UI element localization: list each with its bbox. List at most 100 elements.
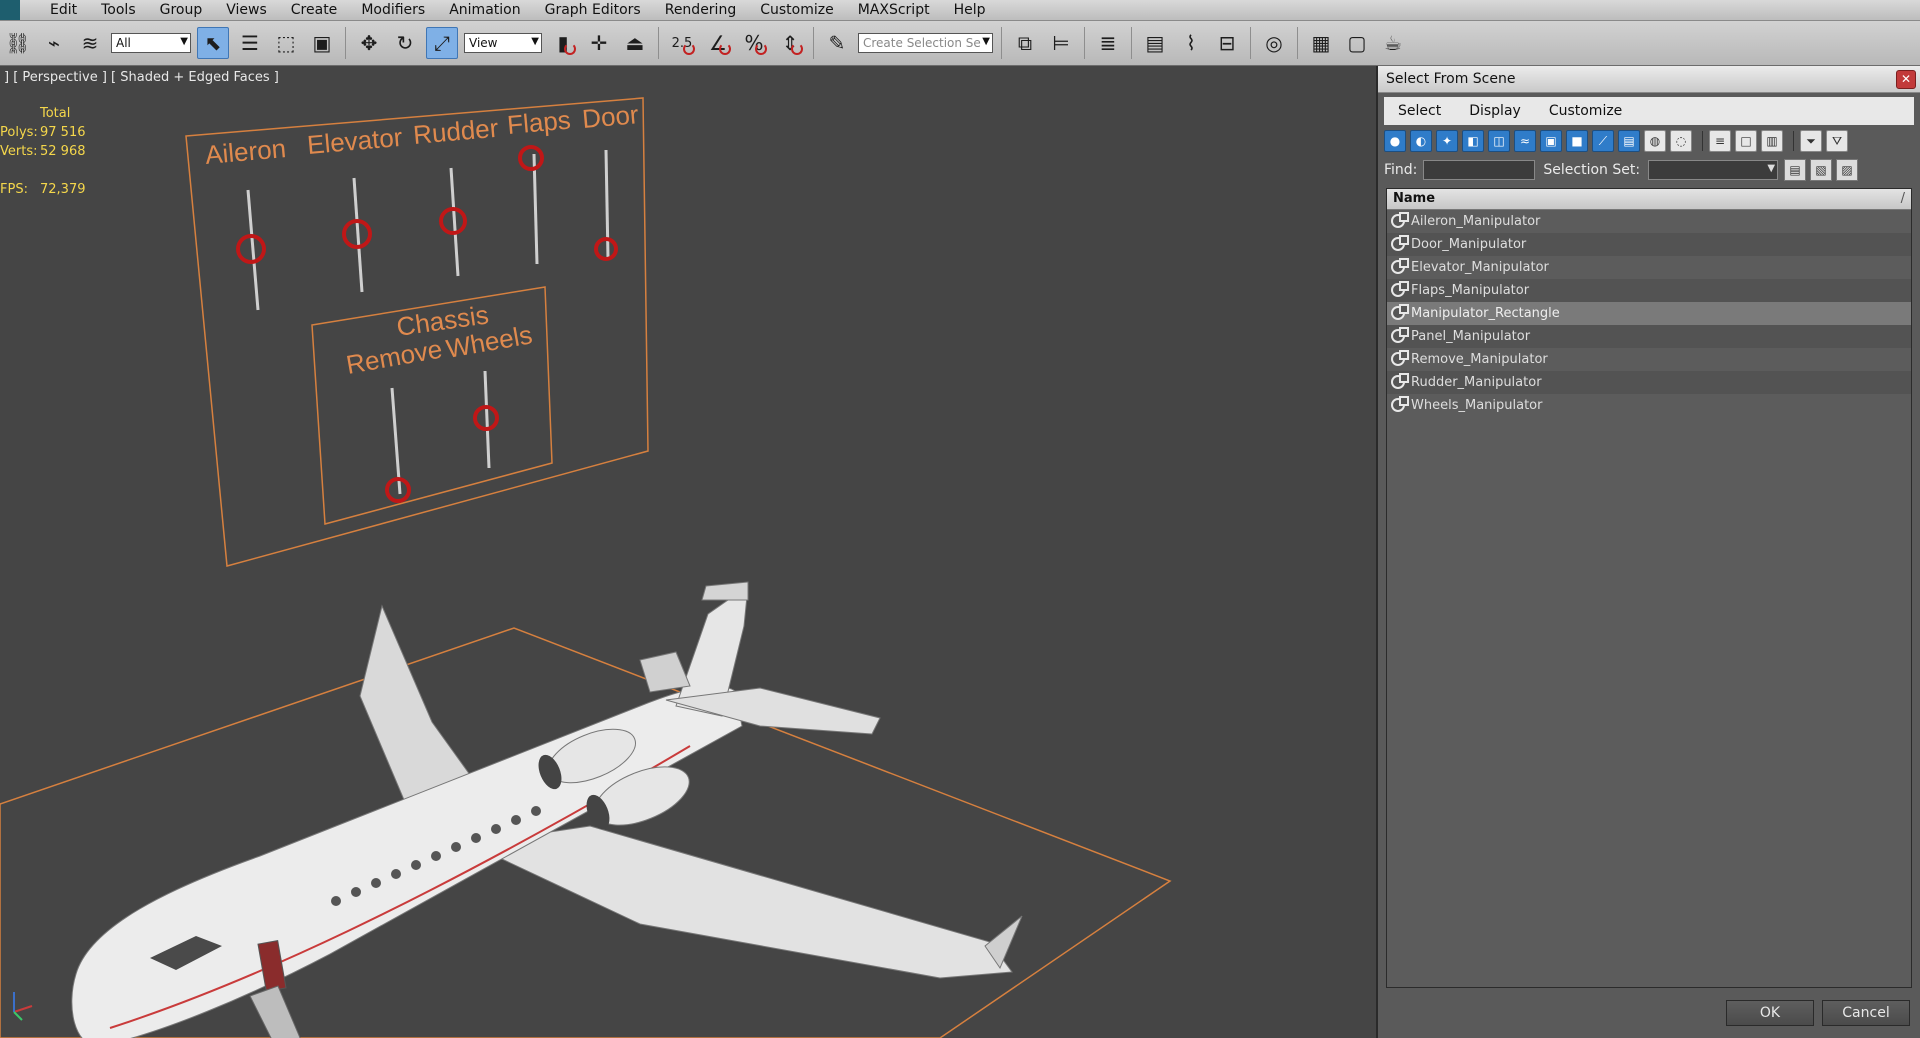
find-input[interactable] — [1423, 160, 1536, 180]
spinner-snap-icon[interactable]: ⇕ — [775, 28, 805, 58]
edit-named-selection-icon[interactable]: ✎ — [822, 28, 852, 58]
menu-rendering[interactable]: Rendering — [653, 0, 749, 20]
list-item-remove-manipulator[interactable]: Remove_Manipulator — [1387, 348, 1911, 371]
mirror-icon[interactable]: ⧉ — [1010, 28, 1040, 58]
list-item-door-manipulator[interactable]: Door_Manipulator — [1387, 233, 1911, 256]
named-selection-sets-dropdown[interactable]: Create Selection Se ▼ — [858, 33, 993, 53]
rendered-frame-window-icon[interactable]: ▢ — [1342, 28, 1372, 58]
cancel-button[interactable]: Cancel — [1822, 1000, 1910, 1026]
chevron-down-icon: ▼ — [531, 36, 539, 47]
display-xrefs-icon[interactable]: ■ — [1566, 130, 1588, 152]
rotate-icon[interactable]: ↻ — [390, 28, 420, 58]
align-icon[interactable]: ⊨ — [1046, 28, 1076, 58]
display-shapes-icon[interactable]: ◐ — [1410, 130, 1432, 152]
display-bones-icon[interactable]: ⟋ — [1592, 130, 1614, 152]
dialog-menu-display[interactable]: Display — [1455, 103, 1535, 119]
selection-filter-dropdown[interactable]: All ▼ — [111, 33, 191, 53]
link-icon[interactable]: ⛓ — [3, 28, 33, 58]
menu-create[interactable]: Create — [279, 0, 350, 20]
close-icon[interactable]: ✕ — [1896, 70, 1916, 89]
selection-set-dropdown[interactable]: ▼ — [1648, 160, 1779, 180]
dialog-menu-select[interactable]: Select — [1384, 103, 1455, 119]
stats-header-row: Total — [0, 106, 120, 125]
filter-settings-icon[interactable]: ⛛ — [1826, 130, 1848, 152]
stats-fps-row: FPS: 72,379 — [0, 182, 120, 201]
list-item-aileron-manipulator[interactable]: Aileron_Manipulator — [1387, 210, 1911, 233]
list-item-rudder-manipulator[interactable]: Rudder_Manipulator — [1387, 371, 1911, 394]
display-cameras-icon[interactable]: ◧ — [1462, 130, 1484, 152]
pivot-center-icon[interactable]: ▮ — [548, 28, 578, 58]
menu-tools[interactable]: Tools — [89, 0, 148, 20]
select-manipulate-icon[interactable]: ✛ — [584, 28, 614, 58]
scale-icon[interactable]: ⤢ — [426, 27, 458, 59]
display-frozen-icon[interactable]: ◍ — [1644, 130, 1666, 152]
menu-help[interactable]: Help — [942, 0, 998, 20]
display-space-warps-icon[interactable]: ≈ — [1514, 130, 1536, 152]
door-slider-track — [604, 149, 610, 259]
aircraft-model[interactable] — [71, 581, 1023, 1038]
menu-customize[interactable]: Customize — [748, 0, 846, 20]
list-item-panel-manipulator[interactable]: Panel_Manipulator — [1387, 325, 1911, 348]
sort-indicator-icon: / — [1900, 191, 1905, 206]
helper-object-icon — [1391, 258, 1409, 274]
display-hidden-icon[interactable]: ◌ — [1670, 130, 1692, 152]
menu-graph-editors[interactable]: Graph Editors — [533, 0, 653, 20]
angle-snap-icon[interactable]: ∠ — [703, 28, 733, 58]
app-logo-icon[interactable] — [0, 0, 20, 20]
select-invert-icon[interactable]: ▨ — [1836, 159, 1859, 181]
window-crossing-icon[interactable]: ▣ — [307, 28, 337, 58]
render-production-icon[interactable]: ☕ — [1378, 28, 1408, 58]
display-helpers-icon[interactable]: ◫ — [1488, 130, 1510, 152]
menu-modifiers[interactable]: Modifiers — [349, 0, 437, 20]
perspective-viewport[interactable]: Aileron Elevator Rudder Flaps Door Chass… — [0, 66, 1380, 1038]
door-slider-handle[interactable] — [594, 237, 618, 261]
list-item-elevator-manipulator[interactable]: Elevator_Manipulator — [1387, 256, 1911, 279]
aileron-label: Aileron — [204, 133, 287, 170]
dialog-menu-customize[interactable]: Customize — [1535, 103, 1637, 119]
select-none-icon[interactable]: ▧ — [1810, 159, 1833, 181]
ok-button[interactable]: OK — [1726, 1000, 1814, 1026]
display-none-icon[interactable]: □ — [1735, 130, 1757, 152]
render-setup-icon[interactable]: ▦ — [1306, 28, 1336, 58]
display-all-icon[interactable]: ≡ — [1709, 130, 1731, 152]
viewport-label[interactable]: ] [ Perspective ] [ Shaded + Edged Faces… — [4, 70, 279, 85]
scene-explorer-icon[interactable]: ▤ — [1140, 28, 1170, 58]
select-by-name-icon[interactable]: ☰ — [235, 28, 265, 58]
flaps-slider-handle[interactable] — [518, 145, 544, 171]
menu-edit[interactable]: Edit — [38, 0, 89, 20]
bind-space-warp-icon[interactable]: ≋ — [75, 28, 105, 58]
material-editor-icon[interactable]: ◎ — [1259, 28, 1289, 58]
scene-object-list[interactable]: Name / Aileron_Manipulator Door_Manipula… — [1386, 188, 1912, 988]
rectangular-selection-icon[interactable]: ⬚ — [271, 28, 301, 58]
move-icon[interactable]: ✥ — [354, 28, 384, 58]
select-object-icon[interactable]: ⬉ — [197, 27, 229, 59]
toolbar-divider — [1702, 131, 1703, 151]
curve-editor-icon[interactable]: ⌇ — [1176, 28, 1206, 58]
stats-fps-value: 72,379 — [40, 182, 86, 197]
list-item-flaps-manipulator[interactable]: Flaps_Manipulator — [1387, 279, 1911, 302]
display-containers-icon[interactable]: ▤ — [1618, 130, 1640, 152]
menu-animation[interactable]: Animation — [437, 0, 532, 20]
menu-group[interactable]: Group — [148, 0, 215, 20]
list-item-wheels-manipulator[interactable]: Wheels_Manipulator — [1387, 394, 1911, 417]
snaps-toggle-icon[interactable]: 2.5 — [667, 28, 697, 58]
percent-snap-icon[interactable]: % — [739, 28, 769, 58]
display-geometry-icon[interactable]: ● — [1384, 130, 1406, 152]
list-item-manipulator-rectangle[interactable]: Manipulator_Rectangle — [1387, 302, 1911, 325]
toolbar-divider — [345, 27, 346, 59]
dialog-title-bar[interactable]: Select From Scene ✕ — [1378, 66, 1920, 93]
menu-maxscript[interactable]: MAXScript — [846, 0, 942, 20]
schematic-view-icon[interactable]: ⊟ — [1212, 28, 1242, 58]
select-all-icon[interactable]: ▤ — [1784, 159, 1807, 181]
layer-manager-icon[interactable]: ≣ — [1093, 28, 1123, 58]
reference-coordinate-dropdown[interactable]: View ▼ — [464, 33, 542, 53]
menu-views[interactable]: Views — [214, 0, 279, 20]
list-item-label: Door_Manipulator — [1411, 237, 1527, 252]
keyboard-shortcut-override-icon[interactable]: ⏏ — [620, 28, 650, 58]
list-header-name[interactable]: Name / — [1387, 189, 1911, 210]
unlink-icon[interactable]: ⌁ — [39, 28, 69, 58]
invert-display-icon[interactable]: ▥ — [1761, 130, 1783, 152]
display-lights-icon[interactable]: ✦ — [1436, 130, 1458, 152]
filter-icon[interactable]: ⏷ — [1800, 130, 1822, 152]
display-groups-icon[interactable]: ▣ — [1540, 130, 1562, 152]
